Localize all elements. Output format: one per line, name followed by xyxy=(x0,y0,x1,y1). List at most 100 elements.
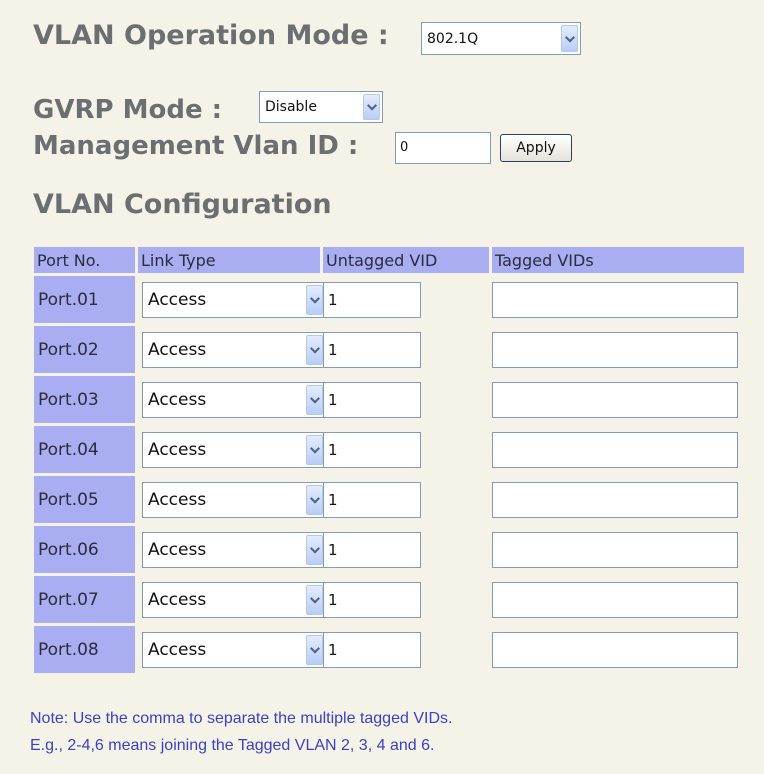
table-row: Port.02 Access 1 xyxy=(34,326,744,373)
port-label: Port.08 xyxy=(34,626,135,673)
link-type-cell: Access xyxy=(138,276,326,323)
chevron-down-icon[interactable] xyxy=(306,334,323,365)
management-vlan-input[interactable]: 0 xyxy=(395,132,491,164)
tagged-vids-input[interactable] xyxy=(492,581,738,618)
untagged-vid-input[interactable]: 1 xyxy=(323,581,421,618)
link-type-value: Access xyxy=(148,639,207,660)
chevron-down-icon[interactable] xyxy=(306,434,323,465)
untagged-vid-cell: 1 xyxy=(323,576,489,623)
link-type-cell: Access xyxy=(138,526,326,573)
tagged-vids-input[interactable] xyxy=(492,631,738,668)
column-header-port: Port No. xyxy=(34,247,135,273)
untagged-vid-input[interactable]: 1 xyxy=(323,631,421,668)
port-label: Port.07 xyxy=(34,576,135,623)
tagged-vids-input[interactable] xyxy=(492,331,738,368)
link-type-value: Access xyxy=(148,339,207,360)
table-row: Port.04 Access 1 xyxy=(34,426,744,473)
table-row: Port.06 Access 1 xyxy=(34,526,744,573)
untagged-vid-cell: 1 xyxy=(323,376,489,423)
untagged-vid-input[interactable]: 1 xyxy=(323,431,421,468)
tagged-vids-cell xyxy=(492,276,744,323)
link-type-value: Access xyxy=(148,289,207,310)
chevron-down-icon[interactable] xyxy=(306,484,323,515)
tagged-vids-input[interactable] xyxy=(492,481,738,518)
tagged-vids-input[interactable] xyxy=(492,381,738,418)
tagged-vids-cell xyxy=(492,476,744,523)
untagged-vid-cell: 1 xyxy=(323,326,489,373)
vlan-operation-mode-value: 802.1Q xyxy=(427,30,479,47)
link-type-value: Access xyxy=(148,389,207,410)
untagged-vid-input[interactable]: 1 xyxy=(323,281,421,318)
note-line-2: E.g., 2-4,6 means joining the Tagged VLA… xyxy=(30,737,435,754)
link-type-value: Access xyxy=(148,439,207,460)
chevron-down-icon[interactable] xyxy=(363,94,380,120)
table-row: Port.01 Access 1 xyxy=(34,276,744,323)
tagged-vids-input[interactable] xyxy=(492,431,738,468)
management-vlan-label: Management Vlan ID : xyxy=(33,131,359,161)
vlan-operation-mode-label: VLAN Operation Mode : xyxy=(33,20,389,51)
link-type-select[interactable]: Access xyxy=(142,431,326,468)
column-header-tagged-vids: Tagged VIDs xyxy=(492,247,744,273)
link-type-value: Access xyxy=(148,489,207,510)
tagged-vids-cell xyxy=(492,426,744,473)
link-type-select[interactable]: Access xyxy=(142,631,326,668)
link-type-select[interactable]: Access xyxy=(142,531,326,568)
untagged-vid-input[interactable]: 1 xyxy=(323,481,421,518)
chevron-down-icon[interactable] xyxy=(561,25,578,52)
tagged-vids-input[interactable] xyxy=(492,281,738,318)
untagged-vid-cell: 1 xyxy=(323,526,489,573)
table-header-row: Port No. Link Type Untagged VID Tagged V… xyxy=(34,247,744,273)
link-type-select[interactable]: Access xyxy=(142,481,326,518)
port-label: Port.05 xyxy=(34,476,135,523)
untagged-vid-cell: 1 xyxy=(323,426,489,473)
note-line-1: Note: Use the comma to separate the mult… xyxy=(30,710,453,727)
column-header-link-type: Link Type xyxy=(138,247,320,273)
link-type-value: Access xyxy=(148,589,207,610)
tagged-vids-cell xyxy=(492,626,744,673)
link-type-select[interactable]: Access xyxy=(142,581,326,618)
link-type-cell: Access xyxy=(138,626,326,673)
tagged-vids-cell xyxy=(492,326,744,373)
untagged-vid-input[interactable]: 1 xyxy=(323,331,421,368)
vlan-operation-mode-select[interactable]: 802.1Q xyxy=(421,22,581,55)
link-type-select[interactable]: Access xyxy=(142,331,326,368)
port-label: Port.03 xyxy=(34,376,135,423)
link-type-cell: Access xyxy=(138,376,326,423)
port-label: Port.04 xyxy=(34,426,135,473)
table-row: Port.05 Access 1 xyxy=(34,476,744,523)
chevron-down-icon[interactable] xyxy=(306,384,323,415)
gvrp-mode-label: GVRP Mode : xyxy=(33,95,223,125)
gvrp-mode-value: Disable xyxy=(265,99,317,115)
tagged-vids-cell xyxy=(492,526,744,573)
port-label: Port.02 xyxy=(34,326,135,373)
gvrp-mode-select[interactable]: Disable xyxy=(259,91,383,123)
untagged-vid-cell: 1 xyxy=(323,476,489,523)
chevron-down-icon[interactable] xyxy=(306,634,323,665)
tagged-vids-input[interactable] xyxy=(492,531,738,568)
untagged-vid-cell: 1 xyxy=(323,276,489,323)
link-type-cell: Access xyxy=(138,426,326,473)
untagged-vid-input[interactable]: 1 xyxy=(323,531,421,568)
tagged-vids-cell xyxy=(492,576,744,623)
port-label: Port.01 xyxy=(34,276,135,323)
chevron-down-icon[interactable] xyxy=(306,284,323,315)
table-row: Port.07 Access 1 xyxy=(34,576,744,623)
chevron-down-icon[interactable] xyxy=(306,584,323,615)
apply-button[interactable]: Apply xyxy=(500,134,572,162)
untagged-vid-cell: 1 xyxy=(323,626,489,673)
table-row: Port.03 Access 1 xyxy=(34,376,744,423)
untagged-vid-input[interactable]: 1 xyxy=(323,381,421,418)
port-label: Port.06 xyxy=(34,526,135,573)
link-type-select[interactable]: Access xyxy=(142,281,326,318)
table-row: Port.08 Access 1 xyxy=(34,626,744,673)
link-type-cell: Access xyxy=(138,326,326,373)
link-type-value: Access xyxy=(148,539,207,560)
section-title: VLAN Configuration xyxy=(33,189,332,220)
column-header-untagged-vid: Untagged VID xyxy=(323,247,489,273)
link-type-cell: Access xyxy=(138,576,326,623)
link-type-select[interactable]: Access xyxy=(142,381,326,418)
tagged-vids-cell xyxy=(492,376,744,423)
chevron-down-icon[interactable] xyxy=(306,534,323,565)
link-type-cell: Access xyxy=(138,476,326,523)
vlan-table: Port No. Link Type Untagged VID Tagged V… xyxy=(31,244,747,676)
